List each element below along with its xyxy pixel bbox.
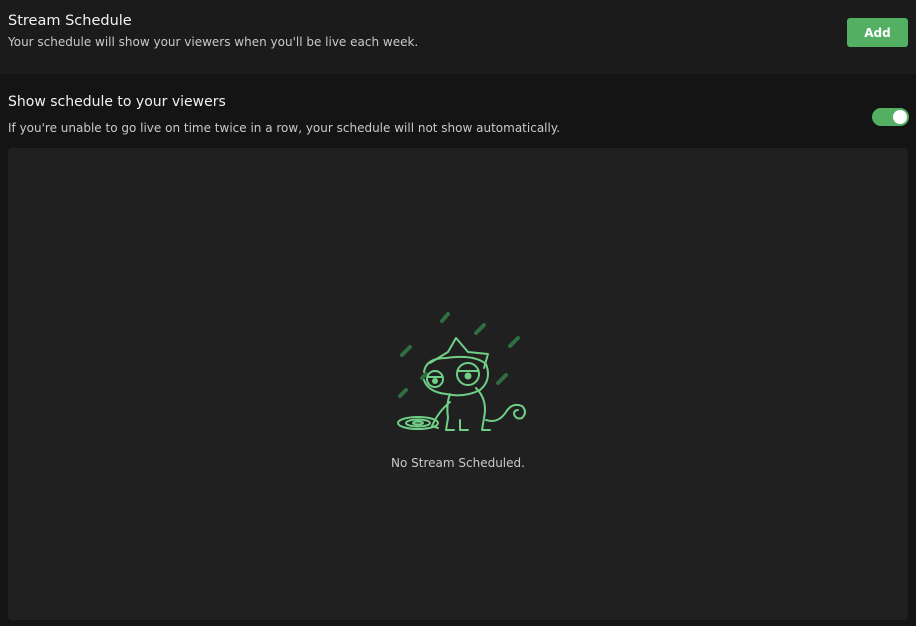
empty-schedule-panel: No Stream Scheduled.	[8, 148, 908, 620]
add-button[interactable]: Add	[847, 18, 908, 47]
visibility-description: If you're unable to go live on time twic…	[8, 121, 561, 135]
empty-state-message: No Stream Scheduled.	[391, 456, 525, 470]
visibility-title: Show schedule to your viewers	[8, 94, 226, 110]
show-schedule-toggle[interactable]	[872, 108, 909, 126]
page-subtitle: Your schedule will show your viewers whe…	[8, 35, 419, 49]
toggle-knob	[893, 110, 907, 124]
schedule-header: Stream Schedule Your schedule will show …	[0, 0, 916, 74]
page-title: Stream Schedule	[8, 13, 132, 29]
sleepy-chameleon-rain-icon	[397, 312, 526, 431]
